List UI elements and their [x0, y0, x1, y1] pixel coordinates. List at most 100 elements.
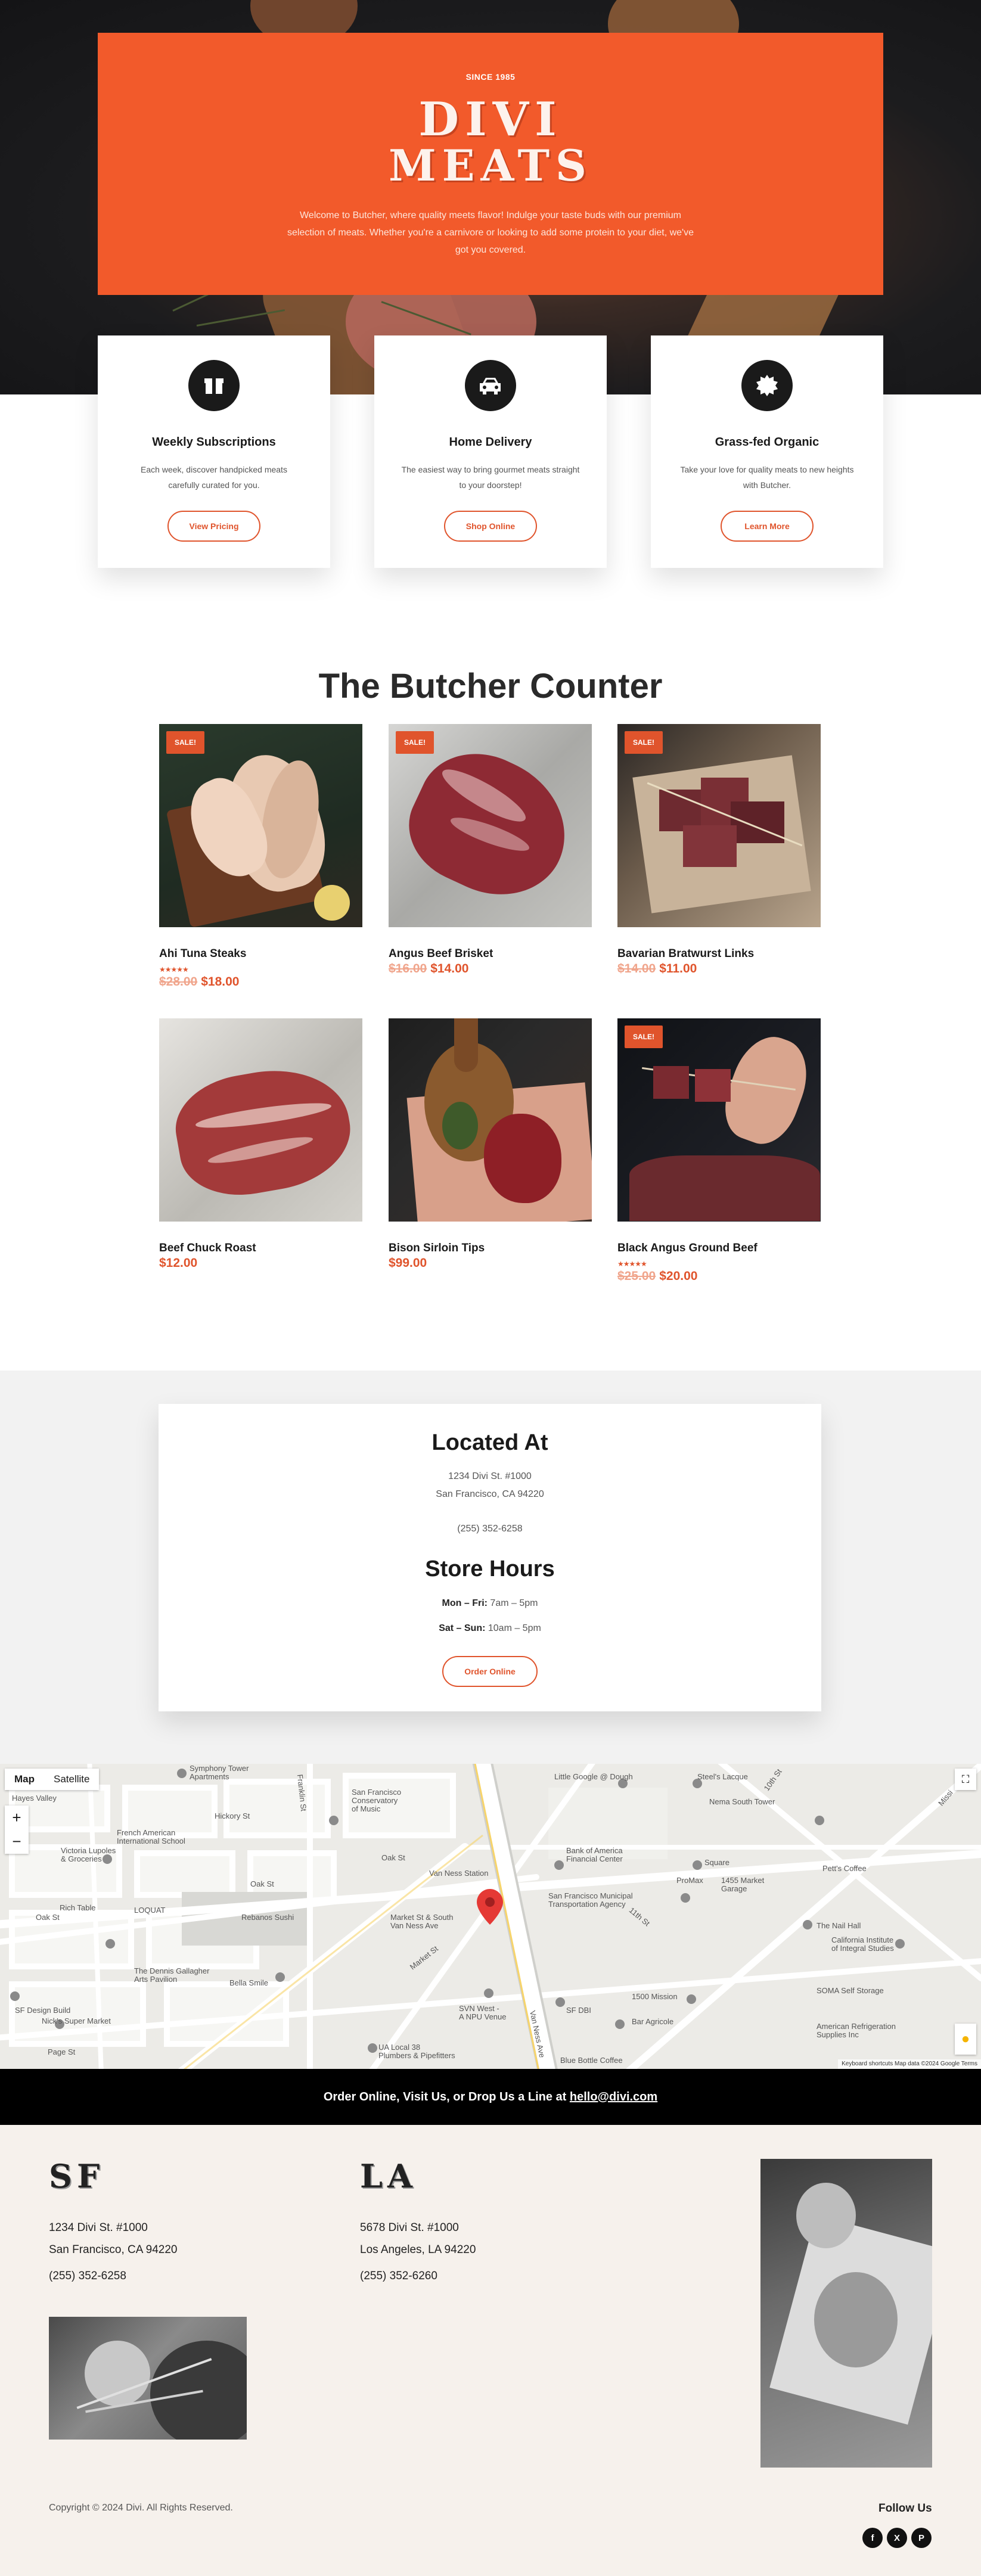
hours-weekend: Sat – Sun: 10am – 5pm — [159, 1623, 821, 1634]
section-title: The Butcher Counter — [318, 667, 663, 706]
contact-bar-text: Order Online, Visit Us, or Drop Us a Lin… — [323, 2090, 570, 2103]
view-pricing-button[interactable]: View Pricing — [167, 511, 260, 542]
sale-badge: SALE! — [396, 731, 434, 754]
svg-text:of Integral Studies: of Integral Studies — [831, 1944, 894, 1953]
feature-title: Weekly Subscriptions — [152, 436, 276, 449]
footer-image-herbs — [49, 2317, 247, 2440]
facebook-icon[interactable]: f — [862, 2528, 883, 2548]
price: $99.00 — [389, 1256, 427, 1270]
feature-card-delivery: Home Delivery The easiest way to bring g… — [374, 335, 607, 568]
location-card: Located At 1234 Divi St. #1000 San Franc… — [159, 1404, 821, 1711]
svg-text:ProMax: ProMax — [676, 1876, 703, 1885]
product-image[interactable] — [617, 1018, 821, 1222]
product-name[interactable]: Ahi Tuna Steaks — [159, 947, 246, 961]
svg-text:San Francisco Municipal: San Francisco Municipal — [548, 1891, 633, 1900]
product-name[interactable]: Bavarian Bratwurst Links — [617, 947, 754, 961]
footer: SF 1234 Divi St. #1000 San Francisco, CA… — [0, 2125, 981, 2576]
product-name[interactable]: Black Angus Ground Beef — [617, 1242, 758, 1255]
map-type-satellite-button[interactable]: Satellite — [44, 1769, 99, 1790]
product-price: $25.00 $20.00 — [617, 1269, 697, 1284]
learn-more-button[interactable]: Learn More — [721, 511, 814, 542]
product-image[interactable] — [159, 724, 362, 927]
svg-text:Supplies Inc: Supplies Inc — [817, 2030, 859, 2039]
car-icon — [465, 360, 516, 411]
hours-title: Store Hours — [425, 1556, 555, 1581]
sale-price: $20.00 — [659, 1269, 698, 1283]
svg-text:Steel's Lacque: Steel's Lacque — [697, 1772, 748, 1781]
product-image[interactable] — [159, 1018, 362, 1222]
feature-text: Each week, discover handpicked meats car… — [141, 465, 287, 490]
pinterest-icon[interactable]: P — [911, 2528, 932, 2548]
svg-text:SVN West -: SVN West - — [459, 2004, 499, 2013]
pegman-icon[interactable]: ● — [955, 2024, 976, 2055]
email-link[interactable]: hello@divi.com — [570, 2090, 657, 2104]
hours-weekday-label: Mon – Fri: — [442, 1598, 488, 1608]
svg-text:Oak St: Oak St — [36, 1913, 60, 1922]
product-price: $12.00 — [159, 1256, 197, 1270]
svg-text:Hickory St: Hickory St — [215, 1811, 250, 1820]
product-image[interactable] — [617, 724, 821, 927]
svg-text:Symphony Tower: Symphony Tower — [190, 1764, 249, 1773]
svg-text:Nema South Tower: Nema South Tower — [709, 1797, 775, 1806]
map-type-control[interactable]: Map Satellite — [5, 1769, 100, 1790]
svg-text:SOMA Self Storage: SOMA Self Storage — [817, 1986, 884, 1995]
svg-text:SF Design Build: SF Design Build — [15, 2006, 70, 2015]
svg-text:Little Google @ Dough: Little Google @ Dough — [554, 1772, 633, 1781]
sale-badge: SALE! — [166, 731, 204, 754]
shop-online-button[interactable]: Shop Online — [444, 511, 537, 542]
follow-us-label: Follow Us — [878, 2502, 932, 2515]
rating-stars: ★★★★★ — [159, 965, 189, 974]
product-image[interactable] — [389, 1018, 592, 1222]
svg-text:Market St & South: Market St & South — [390, 1913, 454, 1922]
fullscreen-icon[interactable]: ⛶ — [955, 1769, 976, 1790]
map-attribution[interactable]: Keyboard shortcuts Map data ©2024 Google… — [838, 2059, 981, 2069]
product-price: $99.00 — [389, 1256, 427, 1270]
product-name[interactable]: Beef Chuck Roast — [159, 1242, 256, 1255]
svg-text:Blue Bottle Coffee: Blue Bottle Coffee — [560, 2056, 623, 2065]
svg-text:The Dennis Gallagher: The Dennis Gallagher — [134, 1966, 210, 1975]
product-name[interactable]: Angus Beef Brisket — [389, 947, 493, 961]
product-price: $16.00 $14.00 — [389, 962, 468, 976]
feature-title: Home Delivery — [449, 436, 532, 449]
zoom-out-button[interactable]: − — [5, 1829, 29, 1853]
feature-title: Grass-fed Organic — [715, 436, 819, 449]
footer-image-meat — [760, 2159, 932, 2468]
logo-text-meats: MEATS — [388, 140, 593, 191]
google-map[interactable]: Symphony Tower Apartments Hayes Valley Sa… — [0, 1764, 981, 2069]
svg-text:Apartments: Apartments — [190, 1772, 229, 1781]
svg-text:Bank of America: Bank of America — [566, 1846, 623, 1855]
zoom-in-button[interactable]: + — [5, 1806, 29, 1829]
svg-text:Financial Center: Financial Center — [566, 1854, 623, 1863]
feature-card-subscriptions: Weekly Subscriptions Each week, discover… — [98, 335, 330, 568]
sale-price: $11.00 — [659, 962, 697, 975]
hero-intro: Welcome to Butcher, where quality meets … — [287, 210, 694, 255]
svg-text:Page St: Page St — [48, 2047, 76, 2056]
svg-text:American Refrigeration: American Refrigeration — [817, 2022, 896, 2031]
la-heading: LA — [360, 2157, 417, 2195]
svg-text:California Institute: California Institute — [831, 1935, 893, 1944]
zoom-control[interactable]: + − — [5, 1806, 29, 1854]
feature-text: The easiest way to bring gourmet meats s… — [401, 465, 580, 490]
phone-number[interactable]: (255) 352-6258 — [159, 1524, 821, 1534]
la-phone[interactable]: (255) 352-6260 — [360, 2270, 437, 2283]
sf-heading: SF — [49, 2157, 105, 2195]
order-online-button[interactable]: Order Online — [442, 1656, 538, 1687]
map-type-map-button[interactable]: Map — [5, 1769, 44, 1790]
sale-badge: SALE! — [625, 1026, 663, 1048]
hours-weekend-label: Sat – Sun: — [439, 1623, 486, 1633]
svg-text:San Francisco: San Francisco — [352, 1788, 401, 1797]
svg-text:Plumbers & Pipefitters: Plumbers & Pipefitters — [378, 2051, 455, 2060]
svg-text:SF DBI: SF DBI — [566, 2006, 591, 2015]
since-tagline: SINCE 1985 — [465, 72, 516, 82]
rating-stars: ★★★★★ — [617, 1260, 647, 1268]
x-icon[interactable]: X — [887, 2528, 907, 2548]
product-image[interactable] — [389, 724, 592, 927]
contact-bar: Order Online, Visit Us, or Drop Us a Lin… — [0, 2069, 981, 2125]
old-price: $28.00 — [159, 975, 198, 989]
product-price: $28.00 $18.00 — [159, 975, 239, 989]
sf-phone[interactable]: (255) 352-6258 — [49, 2270, 126, 2283]
svg-text:Pett's Coffee: Pett's Coffee — [822, 1864, 867, 1873]
box-icon — [188, 360, 240, 411]
map-canvas[interactable]: Symphony TowerApartments Hayes Valley Sa… — [0, 1764, 981, 2069]
product-name[interactable]: Bison Sirloin Tips — [389, 1242, 485, 1255]
